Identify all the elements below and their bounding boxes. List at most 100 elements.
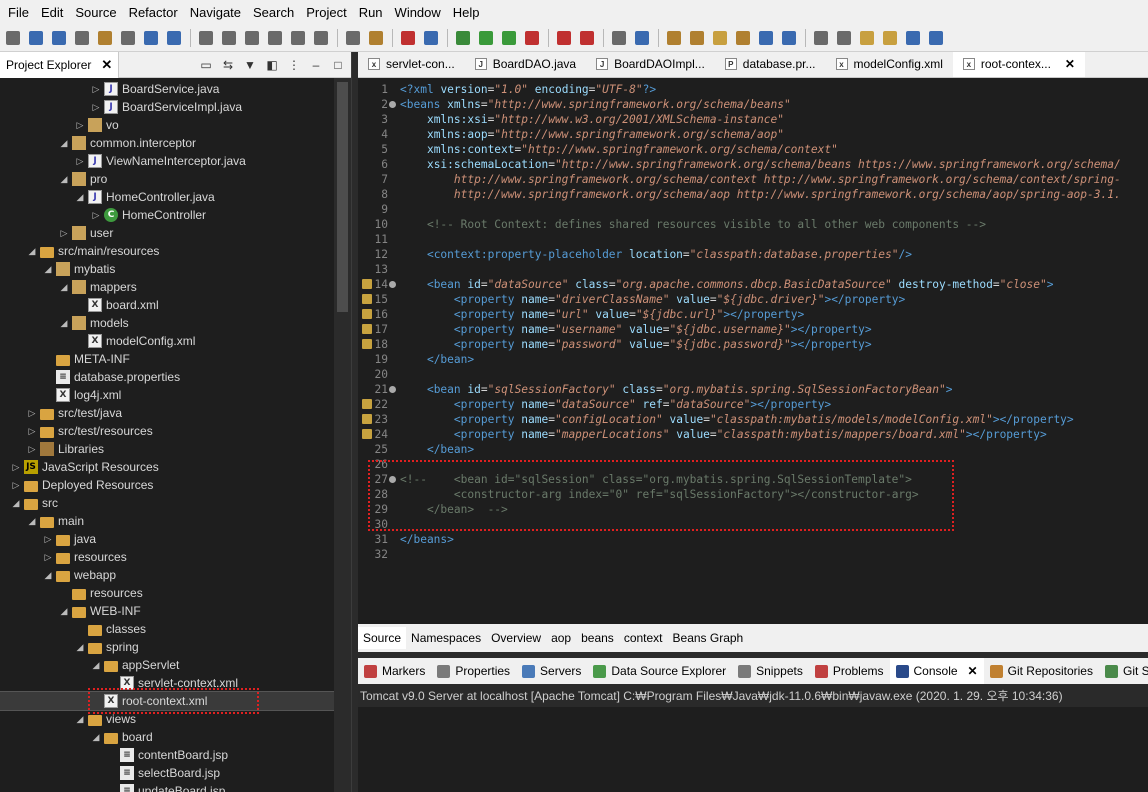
toolbar-button-icon[interactable]	[713, 30, 727, 45]
editor-tab[interactable]: x servlet-con...	[358, 52, 465, 77]
tree-item[interactable]: ◢ pro	[0, 170, 334, 188]
tree-item[interactable]: resources	[0, 584, 334, 602]
tree-item[interactable]: ▷ JS JavaScript Resources	[0, 458, 334, 476]
expand-toggle-icon[interactable]: ◢	[90, 660, 102, 671]
toolbar-button-icon[interactable]	[814, 30, 828, 45]
menu-item-file[interactable]: File	[2, 5, 35, 20]
editor-tab[interactable]: x modelConfig.xml	[826, 52, 953, 77]
tree-item[interactable]: ▷ Libraries	[0, 440, 334, 458]
expand-toggle-icon[interactable]: ▷	[90, 84, 102, 95]
expand-toggle-icon[interactable]: ◢	[58, 282, 70, 293]
expand-toggle-icon[interactable]: ◢	[58, 138, 70, 149]
link-editor-icon[interactable]: ⇆	[221, 58, 235, 72]
tree-item[interactable]: Xlog4j.xml	[0, 386, 334, 404]
bottom-tab[interactable]: Snippets	[732, 658, 809, 684]
toolbar-button-icon[interactable]	[144, 30, 158, 45]
tree-item[interactable]: Xboard.xml	[0, 296, 334, 314]
toolbar-button-icon[interactable]	[557, 30, 571, 45]
source-tab[interactable]: Source	[358, 627, 407, 649]
expand-toggle-icon[interactable]: ◢	[90, 732, 102, 743]
tree-item[interactable]: ◢ main	[0, 512, 334, 530]
toolbar-button-icon[interactable]	[635, 30, 649, 45]
editor-tab[interactable]: J BoardDAO.java	[465, 52, 586, 77]
menu-item-help[interactable]: Help	[447, 5, 486, 20]
bottom-tab[interactable]: Servers	[516, 658, 587, 684]
tree-item[interactable]: ≡ contentBoard.jsp	[0, 746, 334, 764]
toolbar-button-icon[interactable]	[268, 30, 282, 45]
expand-toggle-icon[interactable]: ▷	[26, 444, 38, 455]
fold-icon[interactable]	[389, 386, 396, 393]
code-editor[interactable]: 1 <?xml version="1.0" encoding="UTF-8"?> 2…	[358, 78, 1148, 624]
expand-toggle-icon[interactable]: ▷	[90, 102, 102, 113]
close-icon[interactable]: ✕	[101, 57, 112, 73]
tree-item[interactable]: ▷ user	[0, 224, 334, 242]
toolbar-button-icon[interactable]	[401, 30, 415, 45]
expand-toggle-icon[interactable]: ◢	[58, 606, 70, 617]
project-explorer-tab[interactable]: Project Explorer ✕	[0, 51, 120, 78]
menu-item-source[interactable]: Source	[69, 5, 122, 20]
bottom-tab[interactable]: Data Source Explorer	[587, 658, 732, 684]
toolbar-button-icon[interactable]	[167, 30, 181, 45]
view-menu-icon[interactable]: ⋮	[287, 58, 301, 72]
expand-toggle-icon[interactable]: ▷	[90, 210, 102, 221]
toolbar-button-icon[interactable]	[29, 30, 43, 45]
toolbar-button-icon[interactable]	[291, 30, 305, 45]
bottom-tab[interactable]: Git Repositories	[984, 658, 1099, 684]
bottom-tab[interactable]: Git Stag	[1099, 658, 1148, 684]
toolbar-button-icon[interactable]	[245, 30, 259, 45]
tree-item[interactable]: ▷ J BoardService.java	[0, 80, 334, 98]
expand-toggle-icon[interactable]: ◢	[10, 498, 22, 509]
editor-tab[interactable]: J BoardDAOImpl...	[586, 52, 715, 77]
tree-item[interactable]: ◢ mybatis	[0, 260, 334, 278]
tree-item[interactable]: ▷ resources	[0, 548, 334, 566]
toolbar-button-icon[interactable]	[456, 30, 470, 45]
tree-item[interactable]: ▷ src/test/java	[0, 404, 334, 422]
editor-tab[interactable]: x root-contex... ✕	[952, 52, 1085, 77]
source-tab[interactable]: Overview	[486, 631, 546, 645]
menu-item-navigate[interactable]: Navigate	[184, 5, 247, 20]
tree-item[interactable]: ▷ java	[0, 530, 334, 548]
filter-icon[interactable]: ▼	[243, 58, 257, 72]
expand-toggle-icon[interactable]: ▷	[10, 480, 22, 491]
tree-item[interactable]: ◢ spring	[0, 638, 334, 656]
expand-toggle-icon[interactable]: ◢	[26, 246, 38, 257]
expand-toggle-icon[interactable]: ◢	[42, 570, 54, 581]
toolbar-button-icon[interactable]	[690, 30, 704, 45]
toolbar-button-icon[interactable]	[369, 30, 383, 45]
expand-toggle-icon[interactable]: ◢	[74, 714, 86, 725]
tree-item[interactable]: ◢ common.interceptor	[0, 134, 334, 152]
expand-toggle-icon[interactable]: ▷	[10, 462, 22, 473]
tree-item[interactable]: ▷ J ViewNameInterceptor.java	[0, 152, 334, 170]
expand-toggle-icon[interactable]: ◢	[74, 192, 86, 203]
toolbar-button-icon[interactable]	[199, 30, 213, 45]
fold-icon[interactable]	[389, 281, 396, 288]
tree-item[interactable]: ▷ vo	[0, 116, 334, 134]
tree-item[interactable]: ◢ webapp	[0, 566, 334, 584]
expand-toggle-icon[interactable]: ▷	[42, 534, 54, 545]
toolbar-button-icon[interactable]	[346, 30, 360, 45]
expand-toggle-icon[interactable]: ◢	[58, 174, 70, 185]
tree-item[interactable]: ◢ mappers	[0, 278, 334, 296]
expand-toggle-icon[interactable]: ▷	[58, 228, 70, 239]
toolbar-button-icon[interactable]	[612, 30, 626, 45]
expand-toggle-icon[interactable]: ◢	[58, 318, 70, 329]
toolbar-button-icon[interactable]	[736, 30, 750, 45]
bottom-tab[interactable]: Problems	[809, 658, 890, 684]
toolbar-button-icon[interactable]	[860, 30, 874, 45]
toolbar-button-icon[interactable]	[525, 30, 539, 45]
expand-toggle-icon[interactable]: ◢	[74, 642, 86, 653]
toolbar-button-icon[interactable]	[502, 30, 516, 45]
expand-toggle-icon[interactable]: ◢	[42, 264, 54, 275]
close-icon[interactable]: ✕	[1065, 57, 1075, 71]
menu-item-run[interactable]: Run	[353, 5, 389, 20]
toolbar-button-icon[interactable]	[52, 30, 66, 45]
focus-icon[interactable]: ◧	[265, 58, 279, 72]
menu-item-edit[interactable]: Edit	[35, 5, 69, 20]
tree-item[interactable]: ◢ src/main/resources	[0, 242, 334, 260]
tree-item[interactable]: classes	[0, 620, 334, 638]
source-tab[interactable]: context	[619, 631, 668, 645]
tree-item[interactable]: META-INF	[0, 350, 334, 368]
tree-item[interactable]: ◢ board	[0, 728, 334, 746]
tree-scrollbar[interactable]	[334, 78, 351, 792]
toolbar-button-icon[interactable]	[782, 30, 796, 45]
